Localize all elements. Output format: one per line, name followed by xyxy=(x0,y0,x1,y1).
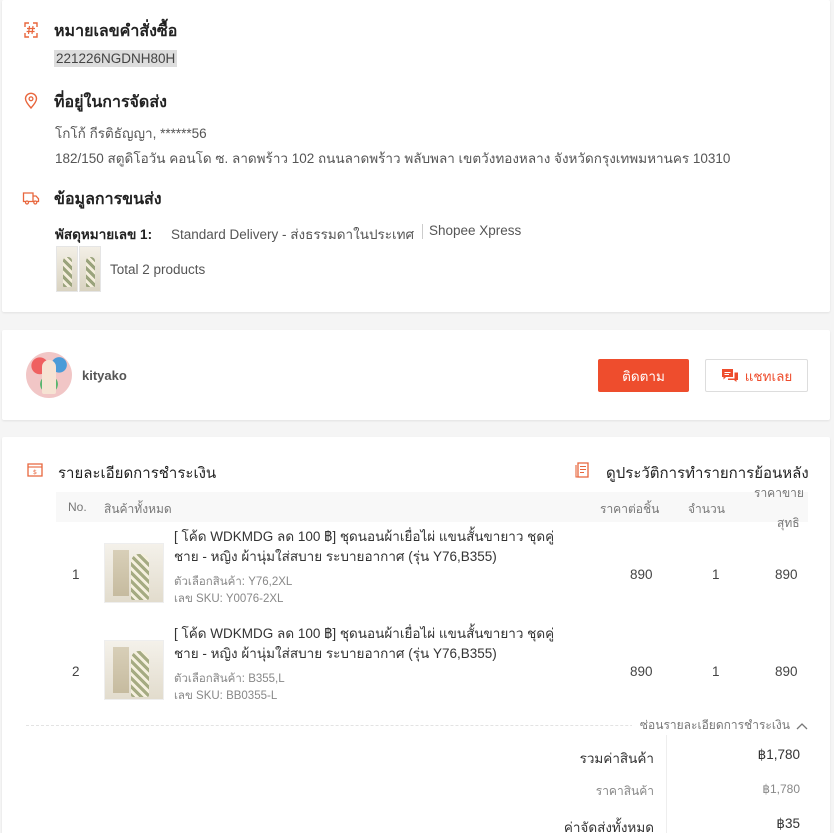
unit-price: 890 xyxy=(630,664,653,679)
product-variation: ตัวเลือกสินค้า: Y76,2XL xyxy=(174,576,293,588)
collapse-label: ซ่อนรายละเอียดการชำระเงิน xyxy=(639,718,790,732)
chat-button-label: แชทเลย xyxy=(744,368,793,384)
address-title: ที่อยู่ในการจัดส่ง xyxy=(54,94,167,111)
row-number: 1 xyxy=(72,567,80,582)
chevron-up-icon xyxy=(796,722,808,729)
hash-icon xyxy=(24,22,38,38)
table-header: No. สินค้าทั้งหมด ราคาต่อชิ้น จำนวน ราคา… xyxy=(56,486,808,530)
col-products: สินค้าทั้งหมด xyxy=(104,502,172,516)
total-products: Total 2 products xyxy=(110,262,206,277)
shipping-title: ข้อมูลการขนส่ง xyxy=(54,191,162,208)
shop-avatar[interactable] xyxy=(26,352,72,398)
collapse-payment-details[interactable]: ซ่อนรายละเอียดการชำระเงิน xyxy=(631,716,808,735)
col-qty: จำนวน xyxy=(688,502,725,516)
address-full: 182/150 สตูดิโอวัน คอนโด ซ. ลาดพร้าว 102… xyxy=(55,151,731,166)
net-price: 890 xyxy=(775,567,798,582)
history-icon[interactable] xyxy=(574,461,592,479)
product-variation: ตัวเลือกสินค้า: B355,L xyxy=(174,673,285,685)
subtotal-value: ฿1,780 xyxy=(757,747,800,762)
payment-title: รายละเอียดการชำระเงิน xyxy=(58,465,217,482)
subtotal-label: รวมค่าสินค้า xyxy=(579,751,654,766)
order-number-title: หมายเลขคำสั่งซื้อ xyxy=(54,23,178,40)
shop-card: kityako ติดตาม แชทเลย xyxy=(2,330,830,420)
product-sku: เลข SKU: Y0076-2XL xyxy=(174,593,284,605)
product-image[interactable] xyxy=(104,543,164,603)
delivery-type: Standard Delivery - ส่งธรรมดาในประเทศ xyxy=(171,227,415,242)
truck-icon xyxy=(22,192,40,205)
quantity: 1 xyxy=(712,567,720,582)
divider xyxy=(422,224,423,239)
table-row[interactable]: 2 [ โค้ด WDKMDG ลด 100 ฿] ชุดนอนผ้าเยื่อ… xyxy=(56,624,808,720)
shipping-fee-value: ฿35 xyxy=(776,816,800,831)
col-unit-price: ราคาต่อชิ้น xyxy=(600,502,660,516)
unit-price: 890 xyxy=(630,567,653,582)
shipping-fee-label: ค่าจัดส่งทั้งหมด xyxy=(563,820,654,833)
follow-button[interactable]: ติดตาม xyxy=(598,359,689,392)
recipient-name: โกโก้ กีรติธัญญา, ******56 xyxy=(55,126,207,141)
price-label: ราคาสินค้า xyxy=(595,784,654,798)
product-name[interactable]: [ โค้ด WDKMDG ลด 100 ฿] ชุดนอนผ้าเยื่อไผ… xyxy=(174,624,574,664)
payment-icon: $ xyxy=(27,463,43,477)
product-image[interactable] xyxy=(104,640,164,700)
svg-text:$: $ xyxy=(33,468,37,476)
shop-name[interactable]: kityako xyxy=(82,368,127,383)
order-number-value[interactable]: 221226NGDNH80H xyxy=(54,50,178,67)
chat-button[interactable]: แชทเลย xyxy=(705,359,808,392)
col-net-line1: ราคาขาย xyxy=(754,486,804,500)
chat-icon xyxy=(721,368,738,382)
product-thumbnail[interactable] xyxy=(56,246,78,292)
payment-card: $ รายละเอียดการชำระเงิน ดูประวัติการทำรา… xyxy=(2,437,830,833)
net-price: 890 xyxy=(775,664,798,679)
row-number: 2 xyxy=(72,664,80,679)
product-thumbnail[interactable] xyxy=(79,246,101,292)
product-sku: เลข SKU: BB0355-L xyxy=(174,690,278,702)
order-info-card: หมายเลขคำสั่งซื้อ 221226NGDNH80H ที่อยู่… xyxy=(2,0,830,312)
package-label: พัสดุหมายเลข 1: xyxy=(55,227,153,242)
location-pin-icon xyxy=(24,92,38,110)
col-no: No. xyxy=(68,500,87,514)
history-link[interactable]: ดูประวัติการทำรายการย้อนหลัง xyxy=(606,461,809,485)
quantity: 1 xyxy=(712,664,720,679)
courier-name: Shopee Xpress xyxy=(429,223,522,238)
divider xyxy=(666,735,667,833)
product-name[interactable]: [ โค้ด WDKMDG ลด 100 ฿] ชุดนอนผ้าเยื่อไผ… xyxy=(174,527,574,567)
price-value: ฿1,780 xyxy=(762,782,800,796)
table-row[interactable]: 1 [ โค้ด WDKMDG ลด 100 ฿] ชุดนอนผ้าเยื่อ… xyxy=(56,527,808,623)
